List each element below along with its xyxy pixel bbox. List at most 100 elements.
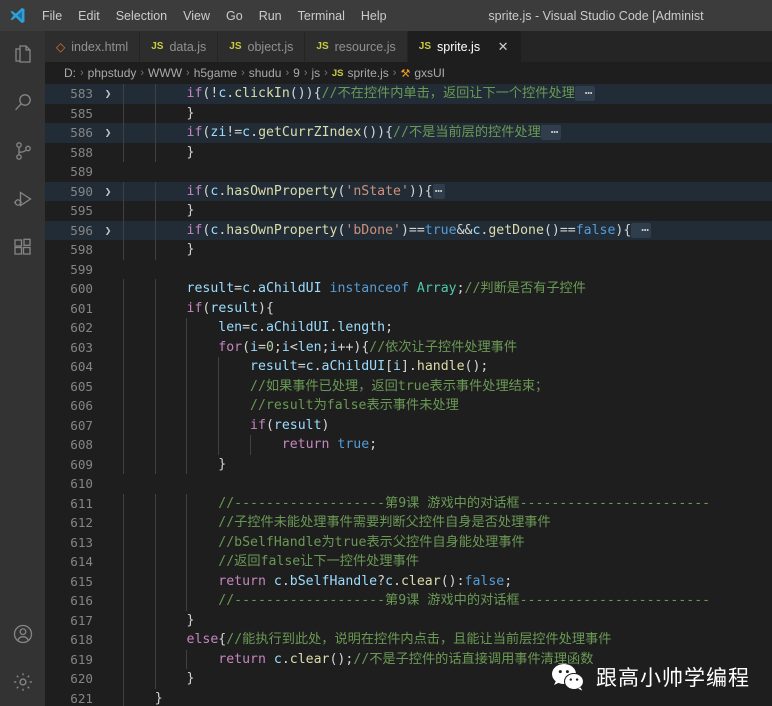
- code-line[interactable]: 619 return c.clear();//不是子控件的话直接调用事件清理函数: [45, 649, 772, 669]
- sidebar-item-explorer[interactable]: [0, 31, 45, 79]
- code-token: aChildUI: [265, 320, 330, 335]
- code-line[interactable]: 595 }: [45, 201, 772, 221]
- editor-tab-object-js[interactable]: JS object.js: [218, 31, 306, 62]
- editor-tab-resource-js[interactable]: JS resource.js: [305, 31, 408, 62]
- line-number: 586: [70, 125, 93, 140]
- breadcrumb-item-spritejs[interactable]: JS sprite.js: [332, 66, 389, 80]
- breadcrumb-item-label: sprite.js: [347, 66, 389, 80]
- code-line[interactable]: 620 }: [45, 669, 772, 689]
- menu-terminal[interactable]: Terminal: [290, 0, 353, 31]
- code-line[interactable]: 583 ❯ if(!c.clickIn()){//不在控件内单击，返回让下一个控件…: [45, 84, 772, 104]
- code-editor[interactable]: 583 ❯ if(!c.clickIn()){//不在控件内单击，返回让下一个控件…: [45, 84, 772, 706]
- editor-tab-data-js[interactable]: JS data.js: [140, 31, 219, 62]
- code-line-text: //bSelfHandle为true表示父控件自身能处理事件: [117, 532, 772, 552]
- code-line[interactable]: 602 len=c.aChildUI.length;: [45, 318, 772, 338]
- breadcrumb-item-D[interactable]: D:: [64, 66, 76, 80]
- code-line[interactable]: 617 }: [45, 610, 772, 630]
- editor-tab-sprite-js[interactable]: JS sprite.js ✕: [407, 31, 523, 62]
- sidebar-item-extensions[interactable]: [0, 223, 45, 271]
- menu-bar[interactable]: File Edit Selection View Go Run Terminal…: [34, 0, 395, 31]
- code-line[interactable]: 612 //子控件未能处理事件需要判断父控件自身是否处理事件: [45, 513, 772, 533]
- breadcrumb-item-js[interactable]: js: [311, 66, 320, 80]
- code-line[interactable]: 586 ❯ if(zi!=c.getCurrZIndex()){//不是当前层的控…: [45, 123, 772, 143]
- line-number: 619: [70, 651, 93, 667]
- code-line[interactable]: 610: [45, 474, 772, 494]
- code-line[interactable]: 600 result=c.aChildUI instanceof Array;/…: [45, 279, 772, 299]
- code-token: =: [258, 339, 266, 355]
- code-line[interactable]: 613 //bSelfHandle为true表示父控件自身能处理事件: [45, 532, 772, 552]
- code-line[interactable]: 614 //返回false让下一控件处理事件: [45, 552, 772, 572]
- breadcrumb-item-h5game[interactable]: h5game: [194, 66, 237, 80]
- breadcrumb-item-9[interactable]: 9: [293, 66, 300, 80]
- fold-chevron-icon[interactable]: ❯: [99, 221, 117, 241]
- breadcrumb-item-phpstudy[interactable]: phpstudy: [88, 66, 137, 80]
- indent-guide: [123, 357, 124, 377]
- indent-guide: [218, 396, 220, 416]
- code-token: len: [297, 339, 322, 355]
- fold-gutter-blank: [99, 416, 117, 436]
- code-line[interactable]: 588 }: [45, 142, 772, 162]
- editor-tab-bar[interactable]: ◇ index.html JS data.js JS object.js JS resourc…: [45, 31, 772, 62]
- code-token: (: [242, 339, 251, 355]
- code-line[interactable]: 609 }: [45, 454, 772, 474]
- menu-view[interactable]: View: [175, 0, 218, 31]
- code-line[interactable]: 598 }: [45, 240, 772, 260]
- line-number: 611: [70, 495, 93, 511]
- sidebar-item-manage[interactable]: [0, 658, 45, 706]
- menu-file[interactable]: File: [34, 0, 70, 31]
- breadcrumb-item-shudu[interactable]: shudu: [249, 66, 282, 80]
- code-token: clear: [289, 651, 330, 667]
- indent-guide: [154, 435, 156, 455]
- indent-guide: [186, 532, 188, 552]
- code-line[interactable]: 618 else{//能执行到此处，说明在控件内点击，且能让当前层控件处理事件: [45, 630, 772, 650]
- code-line[interactable]: 601 if(result){: [45, 298, 772, 318]
- code-line[interactable]: 585 }: [45, 103, 772, 123]
- fold-chevron-icon[interactable]: ❯: [99, 84, 117, 104]
- close-icon[interactable]: ✕: [496, 40, 510, 53]
- fold-chevron-icon[interactable]: ❯: [99, 182, 117, 202]
- editor-tab-index-html[interactable]: ◇ index.html: [45, 31, 141, 62]
- editor-tab-label: sprite.js: [437, 39, 481, 54]
- sidebar-item-source-control[interactable]: [0, 127, 45, 175]
- code-token: .: [393, 573, 401, 589]
- sidebar-item-search[interactable]: [0, 79, 45, 127]
- code-line[interactable]: 608 return true;: [45, 435, 772, 455]
- code-line[interactable]: 606 //result为false表示事件未处理: [45, 396, 772, 416]
- indent-guide: [154, 513, 156, 533]
- code-line[interactable]: 590 ❯ if(c.hasOwnProperty('nState')){⋯: [45, 181, 772, 202]
- menu-go[interactable]: Go: [218, 0, 251, 31]
- menu-edit[interactable]: Edit: [70, 0, 108, 31]
- code-line[interactable]: 596 ❯ if(c.hasOwnProperty('bDone')==true&…: [45, 220, 772, 241]
- indent-guide: [154, 571, 156, 591]
- breadcrumb-item-gxsUI[interactable]: ⚒ gxsUI: [400, 66, 445, 80]
- line-number: 606: [70, 398, 93, 413]
- code-token: ;: [321, 339, 330, 355]
- code-line[interactable]: 615 return c.bSelfHandle?c.clear():false…: [45, 571, 772, 591]
- code-token: ;: [273, 339, 282, 355]
- code-token: .: [281, 573, 290, 589]
- code-token: !=: [226, 125, 243, 140]
- code-line[interactable]: 616 //-------------------第9课 游戏中的对话框----…: [45, 591, 772, 611]
- code-line[interactable]: 599: [45, 260, 772, 280]
- indent-guide: [154, 84, 156, 104]
- code-line[interactable]: 607 if(result): [45, 415, 772, 436]
- indent-guide: [154, 376, 156, 396]
- menu-help[interactable]: Help: [353, 0, 395, 31]
- menu-run[interactable]: Run: [251, 0, 290, 31]
- editor-tab-label: object.js: [247, 39, 294, 54]
- code-line-text: if(c.hasOwnProperty('bDone')==true&&c.ge…: [117, 220, 772, 240]
- breadcrumb-item-WWW[interactable]: WWW: [148, 66, 182, 80]
- code-line[interactable]: 604 result=c.aChildUI[i].handle();: [45, 357, 772, 377]
- menu-selection[interactable]: Selection: [108, 0, 175, 31]
- code-line[interactable]: 621 }: [45, 688, 772, 706]
- code-line[interactable]: 611 //-------------------第9课 游戏中的对话框----…: [45, 493, 772, 513]
- indent-guide: [123, 84, 124, 104]
- breadcrumb[interactable]: D: › phpstudy › WWW › h5game › shudu › 9 › js › JS spri…: [45, 62, 772, 84]
- sidebar-item-accounts[interactable]: [0, 610, 45, 658]
- code-line[interactable]: 589: [45, 162, 772, 182]
- code-line[interactable]: 603 for(i=0;i<len;i++){//依次让子控件处理事件: [45, 337, 772, 357]
- sidebar-item-run-and-debug[interactable]: [0, 175, 45, 223]
- code-line[interactable]: 605 //如果事件已处理，返回true表示事件处理结束；: [45, 376, 772, 396]
- fold-chevron-icon[interactable]: ❯: [99, 123, 117, 143]
